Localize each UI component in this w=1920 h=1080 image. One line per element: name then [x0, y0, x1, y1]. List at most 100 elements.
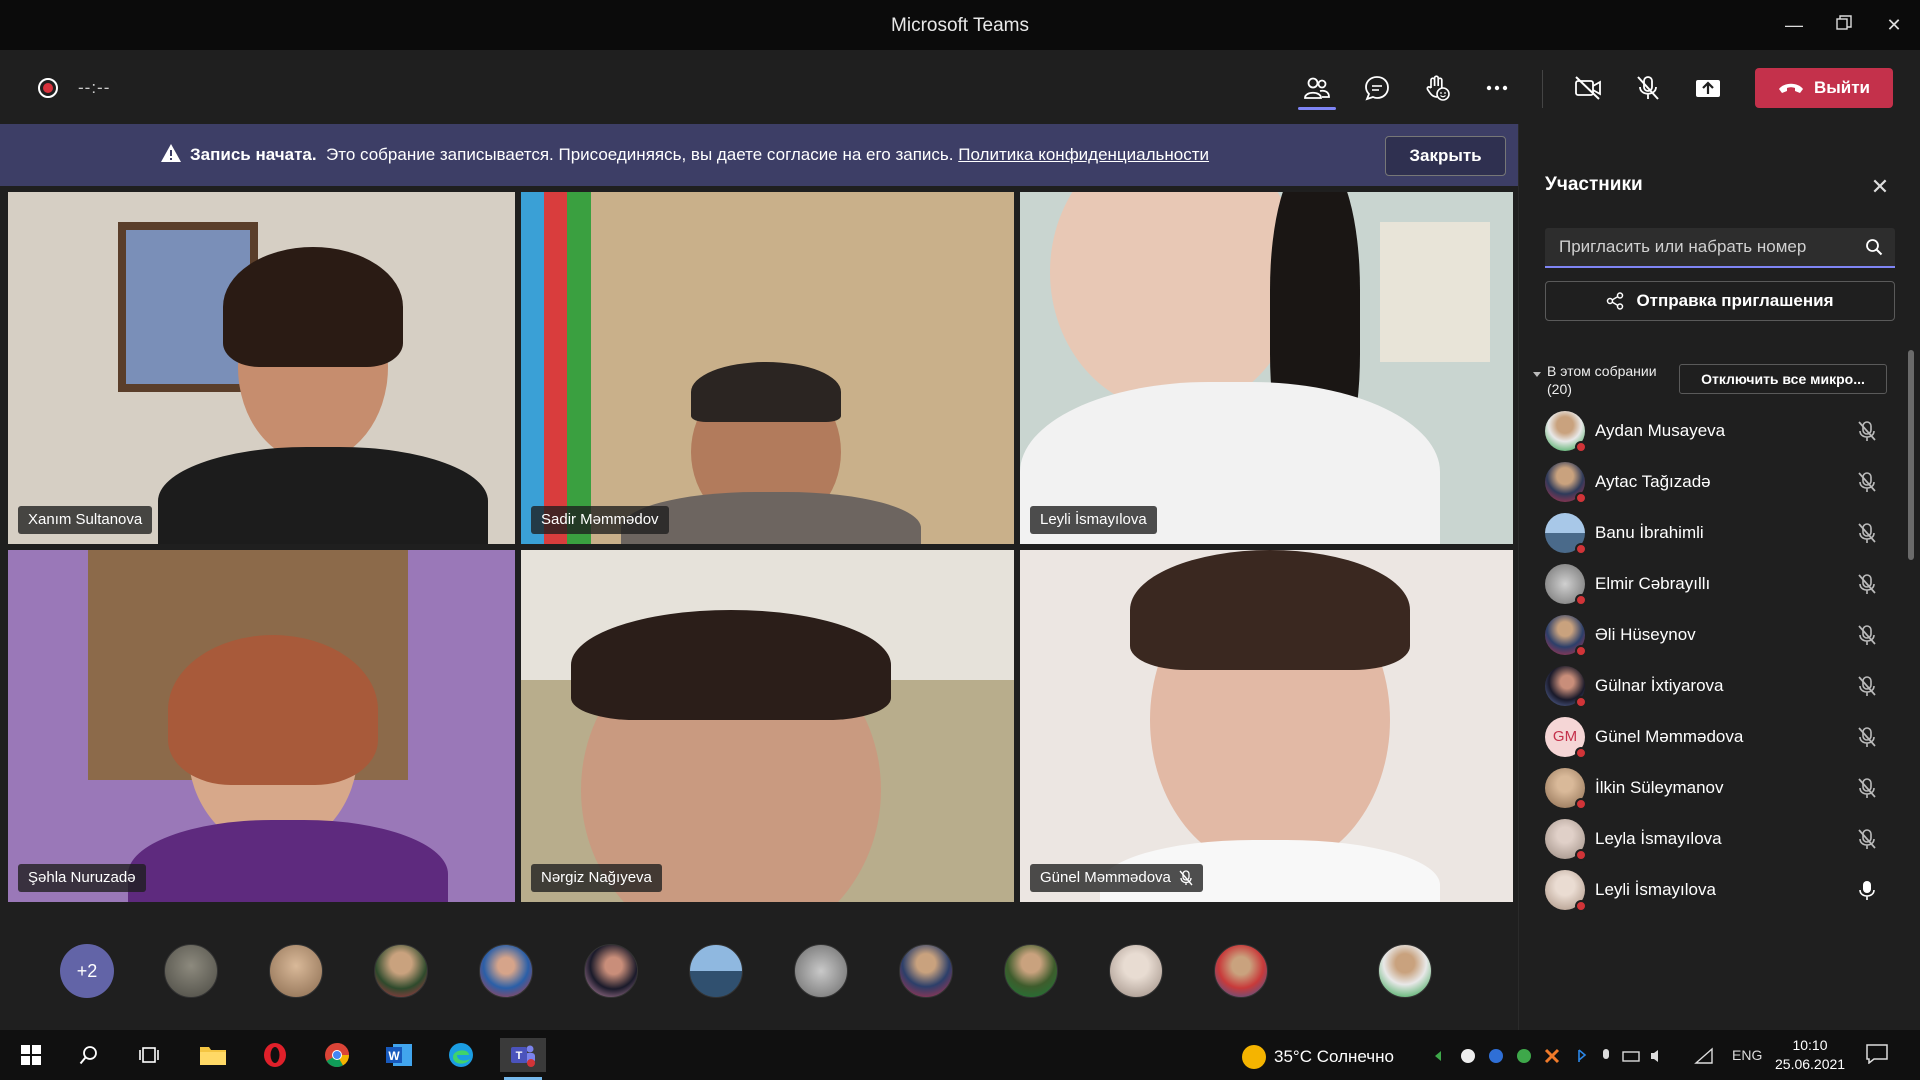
weather-widget[interactable]: 35°C Солнечно — [1242, 1045, 1394, 1069]
mic-off-icon — [1858, 625, 1876, 645]
mic-off-icon — [1858, 778, 1876, 798]
svg-text:W: W — [388, 1049, 400, 1063]
panel-scrollbar[interactable] — [1908, 350, 1914, 560]
participants-button[interactable] — [1292, 68, 1342, 110]
participant-strip: +2 — [0, 908, 1518, 1030]
mic-toggle-button[interactable] — [1623, 68, 1673, 108]
list-item[interactable]: GM Günel Məmmədova — [1545, 710, 1895, 766]
search-icon[interactable] — [1865, 238, 1883, 256]
avatar[interactable] — [1214, 944, 1268, 998]
system-clock[interactable]: 10:10 25.06.2021 — [1775, 1036, 1845, 1074]
list-item[interactable]: Gülnar İxtiyarova — [1545, 659, 1895, 715]
list-item[interactable]: İlkin Süleymanov — [1545, 761, 1895, 817]
banner-bold: Запись начата. — [190, 145, 317, 164]
chrome-button[interactable] — [314, 1038, 360, 1072]
list-item[interactable]: Elmir Cəbrayıllı — [1545, 557, 1895, 613]
banner-message: Запись начата. Это собрание записывается… — [190, 145, 1209, 165]
raise-hand-icon — [1426, 75, 1450, 101]
close-window-icon[interactable]: ✕ — [1874, 10, 1914, 40]
list-item[interactable]: Aytac Tağızadə — [1545, 455, 1895, 511]
list-item[interactable]: Leyla İsmayılova — [1545, 812, 1895, 868]
search-button[interactable] — [66, 1038, 112, 1072]
teams-icon: T — [511, 1045, 535, 1067]
more-participants-button[interactable]: +2 — [60, 944, 114, 998]
file-explorer-button[interactable] — [190, 1038, 236, 1072]
svg-text:T: T — [516, 1050, 523, 1062]
tile-name-label: Nərgiz Nağıyeva — [531, 864, 662, 892]
recording-banner: Запись начата. Это собрание записывается… — [0, 124, 1518, 186]
busy-status-icon — [1575, 441, 1587, 453]
teams-taskbar-button[interactable]: T — [500, 1038, 546, 1080]
busy-status-icon — [1575, 849, 1587, 861]
word-icon: W — [386, 1044, 412, 1066]
mute-all-button[interactable]: Отключить все микро... — [1679, 364, 1887, 394]
list-item[interactable]: Leyli İsmayılova — [1545, 863, 1895, 919]
avatar[interactable] — [584, 944, 638, 998]
avatar[interactable] — [689, 944, 743, 998]
video-tile[interactable]: Günel Məmmədova — [1020, 550, 1513, 902]
mic-off-icon — [1858, 574, 1876, 594]
mic-off-icon — [1858, 829, 1876, 849]
wifi-icon[interactable] — [1694, 1047, 1714, 1068]
close-banner-button[interactable]: Закрыть — [1385, 136, 1506, 176]
leave-button[interactable]: Выйти — [1755, 68, 1893, 108]
avatar[interactable] — [899, 944, 953, 998]
video-tile[interactable]: Şəhla Nuruzadə — [8, 550, 515, 902]
word-button[interactable]: W — [376, 1038, 422, 1072]
language-indicator[interactable]: ENG — [1732, 1047, 1762, 1063]
edge-icon — [449, 1043, 473, 1067]
privacy-policy-link[interactable]: Политика конфиденциальности — [958, 145, 1209, 164]
invite-search[interactable] — [1545, 228, 1895, 268]
avatar[interactable] — [269, 944, 323, 998]
chevron-down-icon — [1533, 372, 1541, 377]
task-view-button[interactable] — [126, 1038, 172, 1072]
clock-time: 10:10 — [1792, 1037, 1828, 1053]
more-actions-button[interactable] — [1472, 68, 1522, 108]
notification-icon[interactable] — [1866, 1044, 1888, 1067]
send-invite-button[interactable]: Отправка приглашения — [1545, 281, 1895, 321]
start-button[interactable] — [8, 1038, 54, 1072]
camera-toggle-button[interactable] — [1563, 68, 1613, 108]
avatar[interactable] — [479, 944, 533, 998]
list-item[interactable]: Əli Hüseynov — [1545, 608, 1895, 664]
avatar[interactable] — [1004, 944, 1058, 998]
mic-on-icon — [1859, 881, 1875, 900]
tile-name-label: Şəhla Nuruzadə — [18, 864, 146, 892]
mic-off-icon — [1858, 676, 1876, 696]
avatar — [1545, 870, 1587, 912]
reactions-button[interactable] — [1412, 68, 1462, 108]
invite-search-input[interactable] — [1545, 228, 1845, 266]
list-item[interactable]: Banu İbrahimli — [1545, 506, 1895, 562]
call-timer: --:-- — [78, 78, 111, 97]
video-tile[interactable]: Leyli İsmayılova — [1020, 192, 1513, 544]
opera-button[interactable] — [252, 1038, 298, 1072]
banner-text: Это собрание записывается. Присоединяясь… — [326, 145, 954, 164]
busy-status-icon — [1575, 492, 1587, 504]
minimize-icon[interactable]: — — [1774, 10, 1814, 40]
avatar[interactable] — [1378, 944, 1432, 998]
share-screen-button[interactable] — [1683, 68, 1733, 108]
edge-button[interactable] — [438, 1038, 484, 1072]
video-tile[interactable]: Sadir Məmmədov — [521, 192, 1014, 544]
avatar[interactable] — [1109, 944, 1163, 998]
list-item[interactable]: Aydan Musayeva — [1545, 404, 1895, 460]
avatar[interactable] — [374, 944, 428, 998]
avatar[interactable] — [164, 944, 218, 998]
busy-status-icon — [1575, 543, 1587, 555]
busy-status-icon — [1575, 900, 1587, 912]
tile-name-label: Sadir Məmmədov — [531, 506, 669, 534]
restore-icon[interactable] — [1824, 10, 1864, 40]
mic-off-icon — [1179, 870, 1193, 886]
tray-icons[interactable] — [1433, 1047, 1673, 1068]
avatar[interactable] — [794, 944, 848, 998]
busy-status-icon — [1575, 696, 1587, 708]
video-tile[interactable]: Xanım Sultanova — [8, 192, 515, 544]
weather-text: 35°C Солнечно — [1274, 1047, 1394, 1066]
video-tile[interactable]: Nərgiz Nağıyeva — [521, 550, 1014, 902]
mic-off-icon — [1858, 421, 1876, 441]
share-link-icon — [1607, 292, 1624, 310]
chat-button[interactable] — [1352, 68, 1402, 108]
avatar — [1545, 768, 1587, 810]
chrome-icon — [325, 1043, 349, 1068]
close-panel-icon[interactable]: ✕ — [1865, 172, 1895, 202]
